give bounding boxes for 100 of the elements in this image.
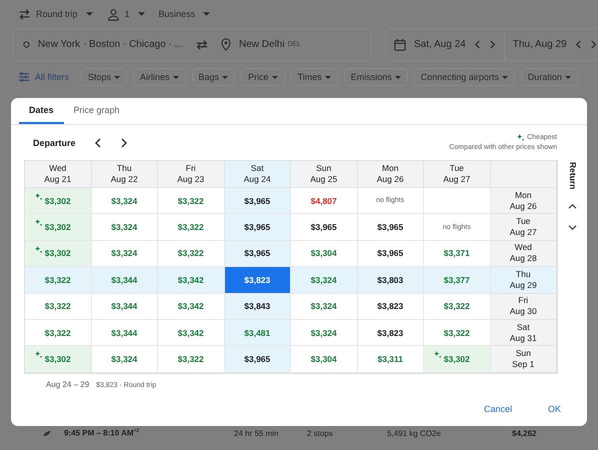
price-cell[interactable]: $3,481 bbox=[224, 320, 291, 346]
origin-field[interactable]: New York · Boston · Chicago · ... bbox=[13, 29, 193, 60]
price-cell[interactable]: $3,342 bbox=[158, 267, 224, 294]
column-header[interactable]: Fri Aug 23 bbox=[158, 161, 224, 188]
row-header[interactable]: Sun Sep 1 bbox=[490, 346, 557, 373]
price-cell[interactable]: $3,304 bbox=[291, 346, 358, 373]
price-cell[interactable]: $3,322 bbox=[424, 320, 490, 346]
return-date[interactable]: Thu, Aug 29 bbox=[512, 39, 567, 50]
price-cell[interactable]: $3,344 bbox=[92, 294, 158, 320]
column-header[interactable]: Mon Aug 26 bbox=[358, 161, 424, 188]
row-header[interactable]: Mon Aug 26 bbox=[490, 188, 557, 214]
price-cell[interactable]: $3,302 bbox=[25, 240, 92, 268]
filter-chip[interactable]: Price bbox=[241, 68, 285, 86]
price-cell[interactable]: $3,965 bbox=[224, 188, 291, 214]
price-cell[interactable]: $3,322 bbox=[158, 346, 224, 373]
price-cell[interactable]: $3,342 bbox=[158, 320, 224, 346]
column-header[interactable]: Sat Aug 24 bbox=[224, 161, 291, 188]
passengers-dropdown[interactable]: 1 bbox=[106, 8, 145, 20]
tab[interactable]: Dates bbox=[19, 98, 64, 124]
trip-dropdown[interactable]: Round trip bbox=[18, 8, 93, 20]
price-cell[interactable]: $3,823 bbox=[358, 320, 424, 346]
chevron-up-icon[interactable] bbox=[568, 203, 577, 210]
price-cell[interactable]: $3,324 bbox=[92, 188, 158, 214]
caret-icon bbox=[502, 76, 508, 78]
price-cell[interactable]: $3,965 bbox=[358, 214, 424, 241]
selected-dates: Aug 24 – 29 bbox=[46, 380, 90, 389]
column-header[interactable]: Sun Aug 25 bbox=[291, 161, 358, 188]
caret-icon bbox=[222, 76, 228, 78]
column-header[interactable]: Thu Aug 22 bbox=[92, 161, 158, 188]
price-cell[interactable]: $3,965 bbox=[224, 346, 291, 373]
price-cell[interactable]: $3,302 bbox=[25, 214, 92, 241]
row-header[interactable]: Fri Aug 30 bbox=[490, 294, 557, 320]
price-value: $3,965 bbox=[244, 354, 270, 364]
price-cell[interactable]: $3,344 bbox=[92, 267, 158, 294]
price-cell[interactable]: $3,823 bbox=[224, 267, 291, 294]
price-cell[interactable]: $3,324 bbox=[92, 346, 158, 373]
price-value: $3,302 bbox=[44, 196, 71, 206]
price-value: $4,807 bbox=[310, 196, 337, 206]
filter-chip[interactable]: Bags bbox=[192, 68, 236, 86]
filter-chip[interactable]: Times bbox=[290, 68, 338, 86]
column-header[interactable]: Tue Aug 27 bbox=[424, 161, 490, 188]
price-cell[interactable]: $3,311 bbox=[358, 346, 424, 373]
price-cell[interactable]: $3,965 bbox=[291, 214, 358, 241]
price-cell[interactable]: $3,302 bbox=[424, 346, 490, 373]
cabin-dropdown[interactable]: Business bbox=[158, 9, 210, 19]
chevron-left-icon[interactable] bbox=[94, 138, 102, 148]
price-value: $3,823 bbox=[244, 274, 270, 285]
row-header[interactable]: Sat Aug 31 bbox=[490, 320, 557, 346]
price-cell[interactable]: $3,322 bbox=[25, 267, 92, 294]
price-value: $3,965 bbox=[310, 222, 337, 232]
price-cell[interactable]: $3,302 bbox=[25, 346, 92, 373]
price-cell[interactable]: $3,377 bbox=[424, 267, 490, 294]
chevron-right-icon[interactable] bbox=[120, 138, 128, 148]
filter-chip[interactable]: Connecting airports bbox=[414, 68, 515, 86]
cancel-button[interactable]: Cancel bbox=[476, 400, 520, 418]
ok-button[interactable]: OK bbox=[540, 400, 569, 418]
column-header[interactable]: Wed Aug 21 bbox=[25, 161, 92, 188]
price-cell[interactable]: $3,344 bbox=[92, 320, 158, 346]
price-cell[interactable]: $3,322 bbox=[158, 188, 224, 214]
price-cell[interactable]: $3,324 bbox=[92, 240, 158, 268]
price-cell[interactable]: $3,965 bbox=[358, 240, 424, 268]
price-cell[interactable]: $3,843 bbox=[224, 294, 291, 320]
chevron-down-icon[interactable] bbox=[568, 224, 577, 232]
price-cell[interactable]: $3,965 bbox=[224, 240, 291, 268]
sparkle-icon bbox=[517, 134, 524, 141]
sliders-icon bbox=[18, 72, 30, 82]
price-value: $3,322 bbox=[178, 354, 204, 364]
caret-icon bbox=[564, 76, 571, 78]
swap-arrows-icon[interactable] bbox=[195, 38, 209, 52]
caret-icon bbox=[272, 76, 278, 78]
price-cell[interactable]: $3,324 bbox=[291, 320, 358, 346]
filter-chip[interactable]: Stops bbox=[81, 68, 128, 86]
departure-date[interactable]: Sat, Aug 24 bbox=[414, 39, 466, 50]
price-cell[interactable]: $3,322 bbox=[158, 214, 224, 241]
price-cell[interactable]: $3,803 bbox=[358, 267, 424, 294]
price-value: $3,322 bbox=[178, 222, 204, 232]
price-value: $3,481 bbox=[244, 328, 270, 338]
price-cell[interactable]: $3,965 bbox=[224, 214, 291, 241]
price-cell[interactable]: $3,302 bbox=[25, 188, 92, 214]
price-cell[interactable]: $3,324 bbox=[291, 294, 358, 320]
filter-chip[interactable]: Emissions bbox=[344, 68, 408, 86]
price-value: $3,823 bbox=[377, 301, 404, 312]
row-header[interactable]: Wed Aug 28 bbox=[490, 240, 557, 268]
price-cell[interactable]: $3,322 bbox=[424, 294, 490, 320]
tab[interactable]: Price graph bbox=[64, 98, 130, 124]
price-cell[interactable]: $3,324 bbox=[92, 214, 158, 241]
price-cell[interactable]: $3,322 bbox=[25, 320, 92, 346]
price-cell[interactable]: $3,324 bbox=[291, 267, 358, 294]
price-cell[interactable]: $3,342 bbox=[158, 294, 224, 320]
price-cell[interactable]: $3,304 bbox=[291, 240, 358, 268]
filter-chip[interactable]: Airlines bbox=[133, 68, 186, 86]
price-value: $3,324 bbox=[111, 196, 138, 206]
row-header[interactable]: Tue Aug 27 bbox=[490, 214, 557, 241]
price-cell[interactable]: $3,823 bbox=[358, 294, 424, 320]
price-cell[interactable]: $3,371 bbox=[424, 240, 490, 268]
price-cell[interactable]: $4,807 bbox=[291, 188, 358, 214]
filter-chip[interactable]: Duration bbox=[520, 68, 578, 86]
price-cell[interactable]: $3,322 bbox=[25, 294, 92, 320]
price-cell[interactable]: $3,322 bbox=[158, 240, 224, 268]
row-header[interactable]: Thu Aug 29 bbox=[490, 267, 557, 294]
